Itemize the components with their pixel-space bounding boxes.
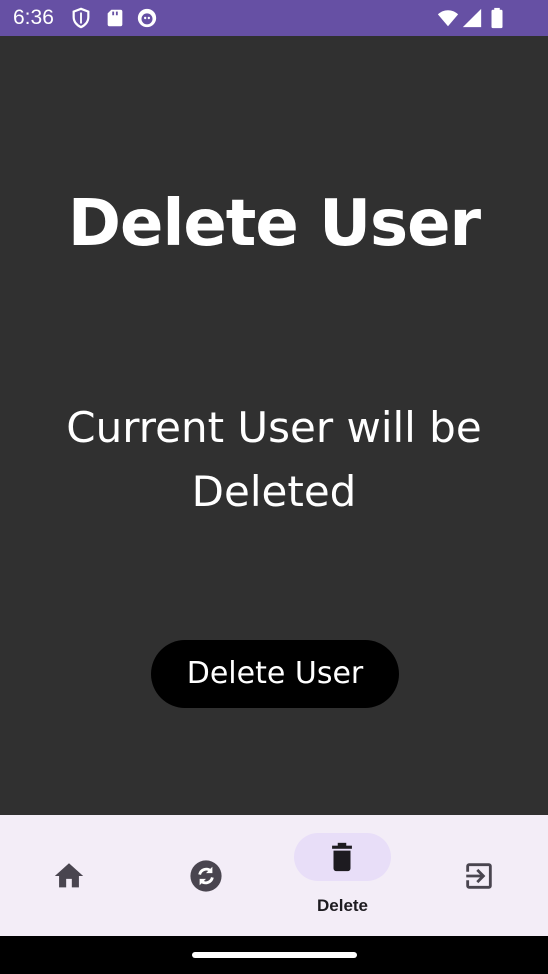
battery-icon (489, 7, 505, 29)
nav-item-home[interactable] (1, 815, 138, 936)
shield-icon (70, 7, 92, 29)
wifi-icon (437, 7, 459, 29)
home-icon (52, 859, 86, 893)
sd-card-icon (104, 7, 126, 29)
status-time: 6:36 (13, 6, 54, 29)
app-notification-icon (136, 7, 158, 29)
status-bar: 6:36 (0, 0, 548, 36)
bottom-navigation: Delete (0, 815, 548, 936)
delete-user-button[interactable]: Delete User (151, 640, 399, 708)
exit-icon (462, 859, 496, 893)
nav-item-sync[interactable] (138, 815, 275, 936)
cellular-signal-icon (461, 7, 483, 29)
sync-icon (189, 859, 223, 893)
page-title: Delete User (67, 187, 481, 261)
nav-item-exit[interactable] (411, 815, 548, 936)
trash-icon (325, 840, 359, 874)
nav-label-delete: Delete (316, 896, 369, 915)
nav-item-delete[interactable]: Delete (274, 815, 411, 936)
delete-description: Current User will be Deleted (66, 403, 482, 516)
main-content: Delete User Current User will be Deleted… (0, 36, 548, 815)
system-navigation-bar (0, 936, 548, 974)
home-gesture-handle[interactable] (192, 952, 357, 958)
